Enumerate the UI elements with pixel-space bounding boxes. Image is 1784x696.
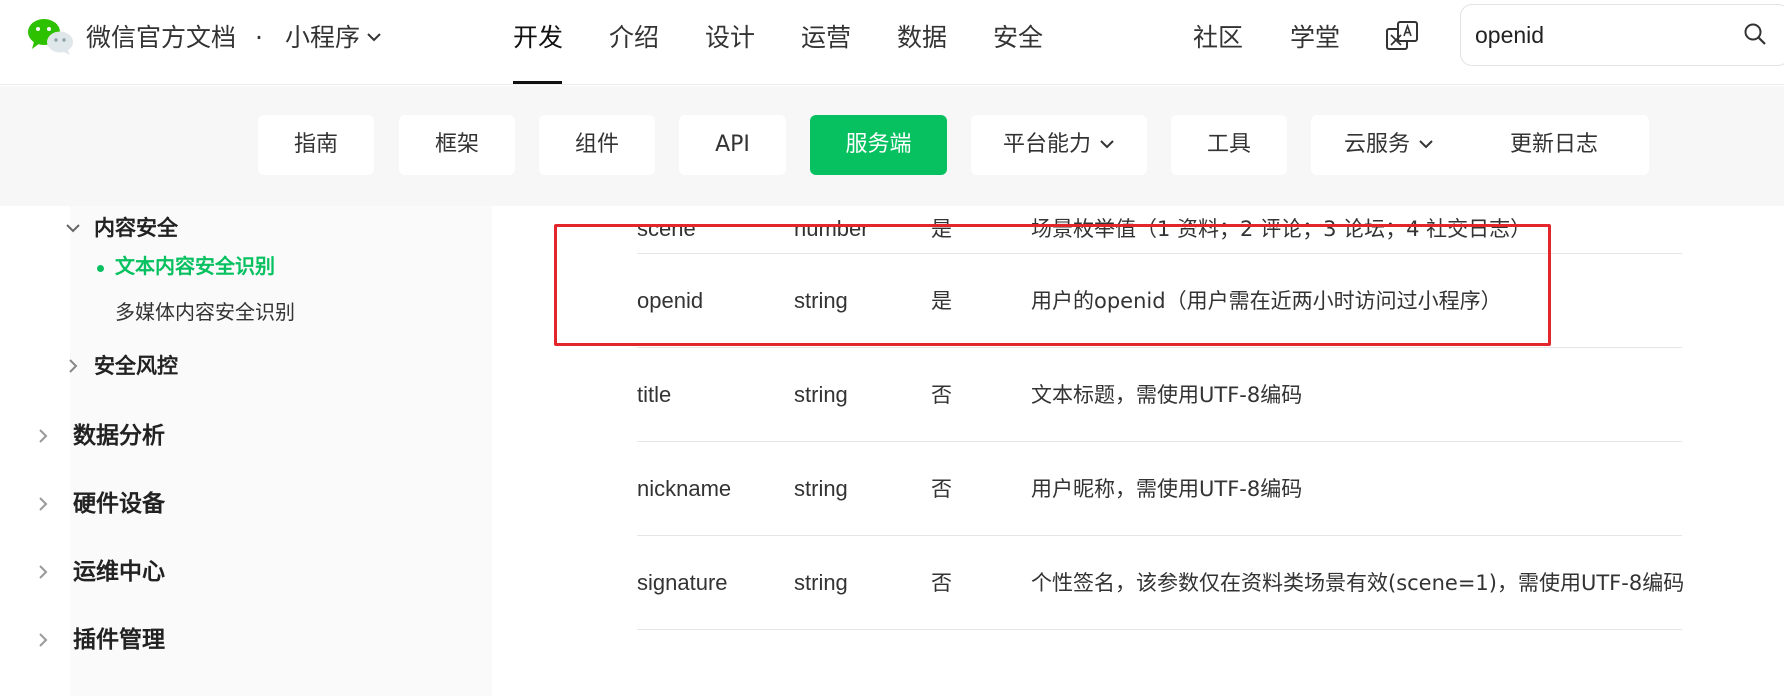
tab-changelog[interactable]: 更新日志 xyxy=(1459,115,1649,175)
translate-icon[interactable] xyxy=(1385,20,1419,54)
product-label: 小程序 xyxy=(285,23,361,52)
params-table: scene number 是 场景枚举值（1 资料；2 评论；3 论坛；4 社交… xyxy=(492,206,1784,696)
sidebar-item-label: 运维中心 xyxy=(73,559,165,585)
param-description: 用户昵称，需使用UTF-8编码 xyxy=(1031,477,1303,501)
param-name: nickname xyxy=(637,476,732,501)
docs-page: 微信官方文档 · 小程序 开发 介绍 设计 运营 数据 安全 社区 学堂 指南 … xyxy=(0,0,1784,696)
tab-cloud-service-label: 云服务 xyxy=(1343,132,1410,157)
param-required: 否 xyxy=(931,571,952,595)
table-row: nickname string 否 用户昵称，需使用UTF-8编码 xyxy=(637,442,1682,536)
tab-platform-capability-label: 平台能力 xyxy=(1002,132,1091,157)
nav-design[interactable]: 设计 xyxy=(705,20,755,56)
sub-navigation: 指南 框架 组件 API 服务端 平台能力 工具 云服务 更新日志 xyxy=(0,86,1784,206)
param-name: scene xyxy=(637,216,696,241)
chevron-right-icon xyxy=(69,359,78,373)
sidebar-item-text-security[interactable]: 文本内容安全识别 xyxy=(115,252,275,280)
tab-platform-capability[interactable]: 平台能力 xyxy=(971,115,1147,175)
wechat-logo-icon[interactable] xyxy=(26,16,76,56)
search-box[interactable] xyxy=(1460,4,1784,66)
chevron-right-icon xyxy=(39,565,48,579)
chevron-down-icon xyxy=(1419,139,1433,148)
param-type: number xyxy=(794,216,869,241)
sidebar: 内容安全 文本内容安全识别 多媒体内容安全识别 安全风控 数据分析 硬件设备 运… xyxy=(0,206,492,696)
chevron-down-icon xyxy=(367,33,381,42)
sidebar-item-ops-center[interactable]: 运维中心 xyxy=(35,556,165,588)
brand-title[interactable]: 微信官方文档 xyxy=(86,20,236,56)
sidebar-item-plugin-mgmt[interactable]: 插件管理 xyxy=(35,624,165,656)
sidebar-item-label: 内容安全 xyxy=(94,216,178,240)
sidebar-item-content-security[interactable]: 内容安全 xyxy=(63,214,178,242)
sidebar-item-label: 数据分析 xyxy=(73,423,165,449)
nav-security[interactable]: 安全 xyxy=(993,20,1043,56)
search-icon[interactable] xyxy=(1743,22,1767,46)
sidebar-item-media-security[interactable]: 多媒体内容安全识别 xyxy=(115,298,295,326)
param-description: 文本标题，需使用UTF-8编码 xyxy=(1031,383,1303,407)
param-type: string xyxy=(794,382,848,407)
nav-operations[interactable]: 运营 xyxy=(801,20,851,56)
chevron-right-icon xyxy=(39,633,48,647)
active-item-bullet xyxy=(97,265,104,272)
brand-separator: · xyxy=(255,23,263,52)
table-row: signature string 否 个性签名，该参数仅在资料类场景有效(sce… xyxy=(637,536,1685,630)
tab-guide[interactable]: 指南 xyxy=(258,115,374,175)
tab-framework[interactable]: 框架 xyxy=(399,115,515,175)
param-required: 否 xyxy=(931,383,952,407)
param-description: 场景枚举值（1 资料；2 评论；3 论坛；4 社交日志） xyxy=(1031,217,1532,241)
sidebar-item-risk-control[interactable]: 安全风控 xyxy=(63,352,178,380)
product-switcher[interactable]: 小程序 xyxy=(285,20,382,56)
chevron-down-icon xyxy=(1100,139,1114,148)
param-required: 是 xyxy=(931,217,952,241)
sidebar-item-label: 硬件设备 xyxy=(73,491,165,517)
active-nav-underline xyxy=(513,81,562,84)
table-row: openid string 是 用户的openid（用户需在近两小时访问过小程序… xyxy=(637,254,1682,348)
param-required: 是 xyxy=(931,289,952,313)
tab-components[interactable]: 组件 xyxy=(539,115,655,175)
param-name: signature xyxy=(637,570,728,595)
param-name: openid xyxy=(637,288,704,313)
nav-academy[interactable]: 学堂 xyxy=(1290,20,1340,56)
tab-server[interactable]: 服务端 xyxy=(810,115,947,175)
chevron-right-icon xyxy=(39,429,48,443)
param-description: 个性签名，该参数仅在资料类场景有效(scene=1)，需使用UTF-8编码 xyxy=(1031,571,1685,595)
table-row: scene number 是 场景枚举值（1 资料；2 评论；3 论坛；4 社交… xyxy=(637,206,1682,254)
table-row: title string 否 文本标题，需使用UTF-8编码 xyxy=(637,348,1682,442)
param-type: string xyxy=(794,288,848,313)
chevron-down-icon xyxy=(66,224,80,233)
sidebar-item-label: 安全风控 xyxy=(94,354,178,378)
nav-intro[interactable]: 介绍 xyxy=(609,20,659,56)
tab-cloud-service[interactable]: 云服务 xyxy=(1311,115,1467,175)
param-description: 用户的openid（用户需在近两小时访问过小程序） xyxy=(1031,289,1502,313)
nav-data[interactable]: 数据 xyxy=(897,20,947,56)
param-type: string xyxy=(794,476,848,501)
sidebar-item-hardware[interactable]: 硬件设备 xyxy=(35,488,165,520)
param-type: string xyxy=(794,570,848,595)
top-header: 微信官方文档 · 小程序 开发 介绍 设计 运营 数据 安全 社区 学堂 xyxy=(0,0,1784,85)
nav-develop[interactable]: 开发 xyxy=(513,20,563,56)
tab-api[interactable]: API xyxy=(679,115,786,175)
param-required: 否 xyxy=(931,477,952,501)
nav-community[interactable]: 社区 xyxy=(1193,20,1243,56)
search-input[interactable] xyxy=(1475,17,1715,53)
sidebar-item-data-analysis[interactable]: 数据分析 xyxy=(35,420,165,452)
chevron-right-icon xyxy=(39,497,48,511)
param-name: title xyxy=(637,382,672,407)
sidebar-item-label: 插件管理 xyxy=(73,627,165,653)
tab-tools[interactable]: 工具 xyxy=(1171,115,1287,175)
